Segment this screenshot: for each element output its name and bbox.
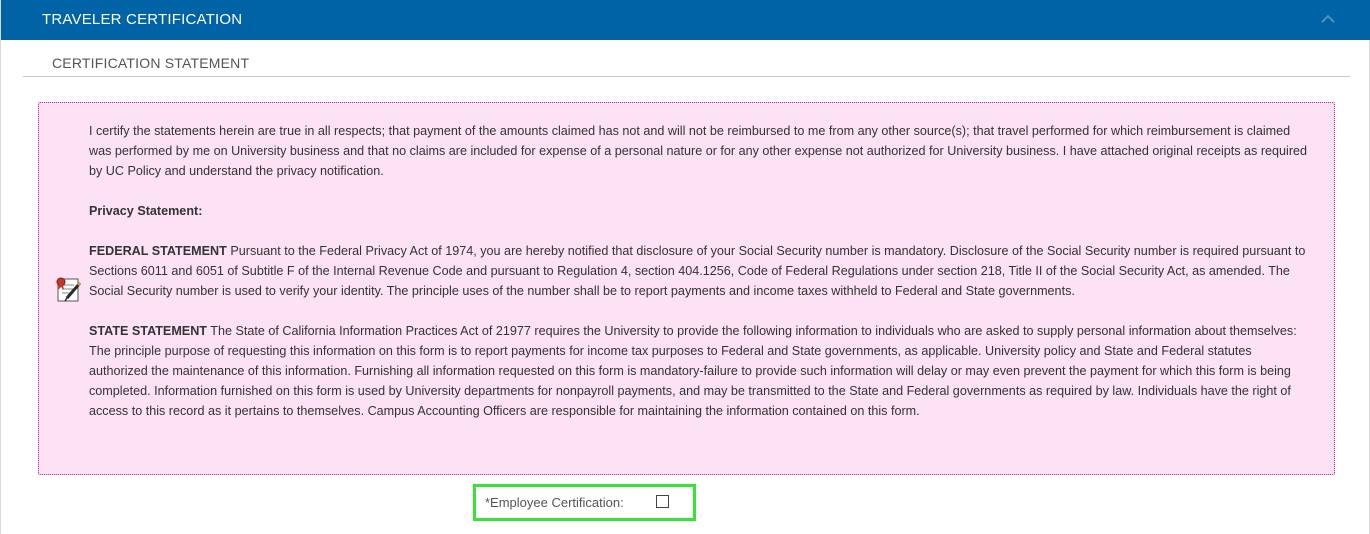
federal-statement-paragraph: FEDERAL STATEMENT Pursuant to the Federa…	[89, 241, 1314, 301]
section-title: CERTIFICATION STATEMENT	[52, 55, 250, 71]
statement-text: I certify the statements herein are true…	[89, 121, 1314, 421]
chevron-up-icon[interactable]	[1317, 10, 1339, 28]
employee-certification-label: *Employee Certification:	[485, 495, 624, 510]
panel-title: TRAVELER CERTIFICATION	[42, 11, 243, 28]
state-statement-paragraph: STATE STATEMENT The State of California …	[89, 321, 1314, 421]
state-heading: STATE STATEMENT	[89, 324, 207, 338]
certification-statement-box: I certify the statements herein are true…	[38, 102, 1335, 475]
privacy-heading-paragraph: Privacy Statement:	[89, 201, 1314, 221]
traveler-certification-panel: TRAVELER CERTIFICATION CERTIFICATION STA…	[0, 0, 1370, 534]
privacy-heading: Privacy Statement:	[89, 204, 203, 218]
federal-text: Pursuant to the Federal Privacy Act of 1…	[89, 244, 1306, 298]
employee-certification-row: *Employee Certification:	[473, 484, 696, 521]
federal-heading: FEDERAL STATEMENT	[89, 244, 227, 258]
panel-header[interactable]: TRAVELER CERTIFICATION	[1, 0, 1370, 40]
state-text: The State of California Information Prac…	[89, 324, 1297, 418]
employee-certification-checkbox[interactable]	[656, 495, 669, 508]
certification-paragraph: I certify the statements herein are true…	[89, 124, 1308, 178]
certificate-pen-icon	[54, 274, 84, 304]
section-divider	[23, 76, 1350, 77]
